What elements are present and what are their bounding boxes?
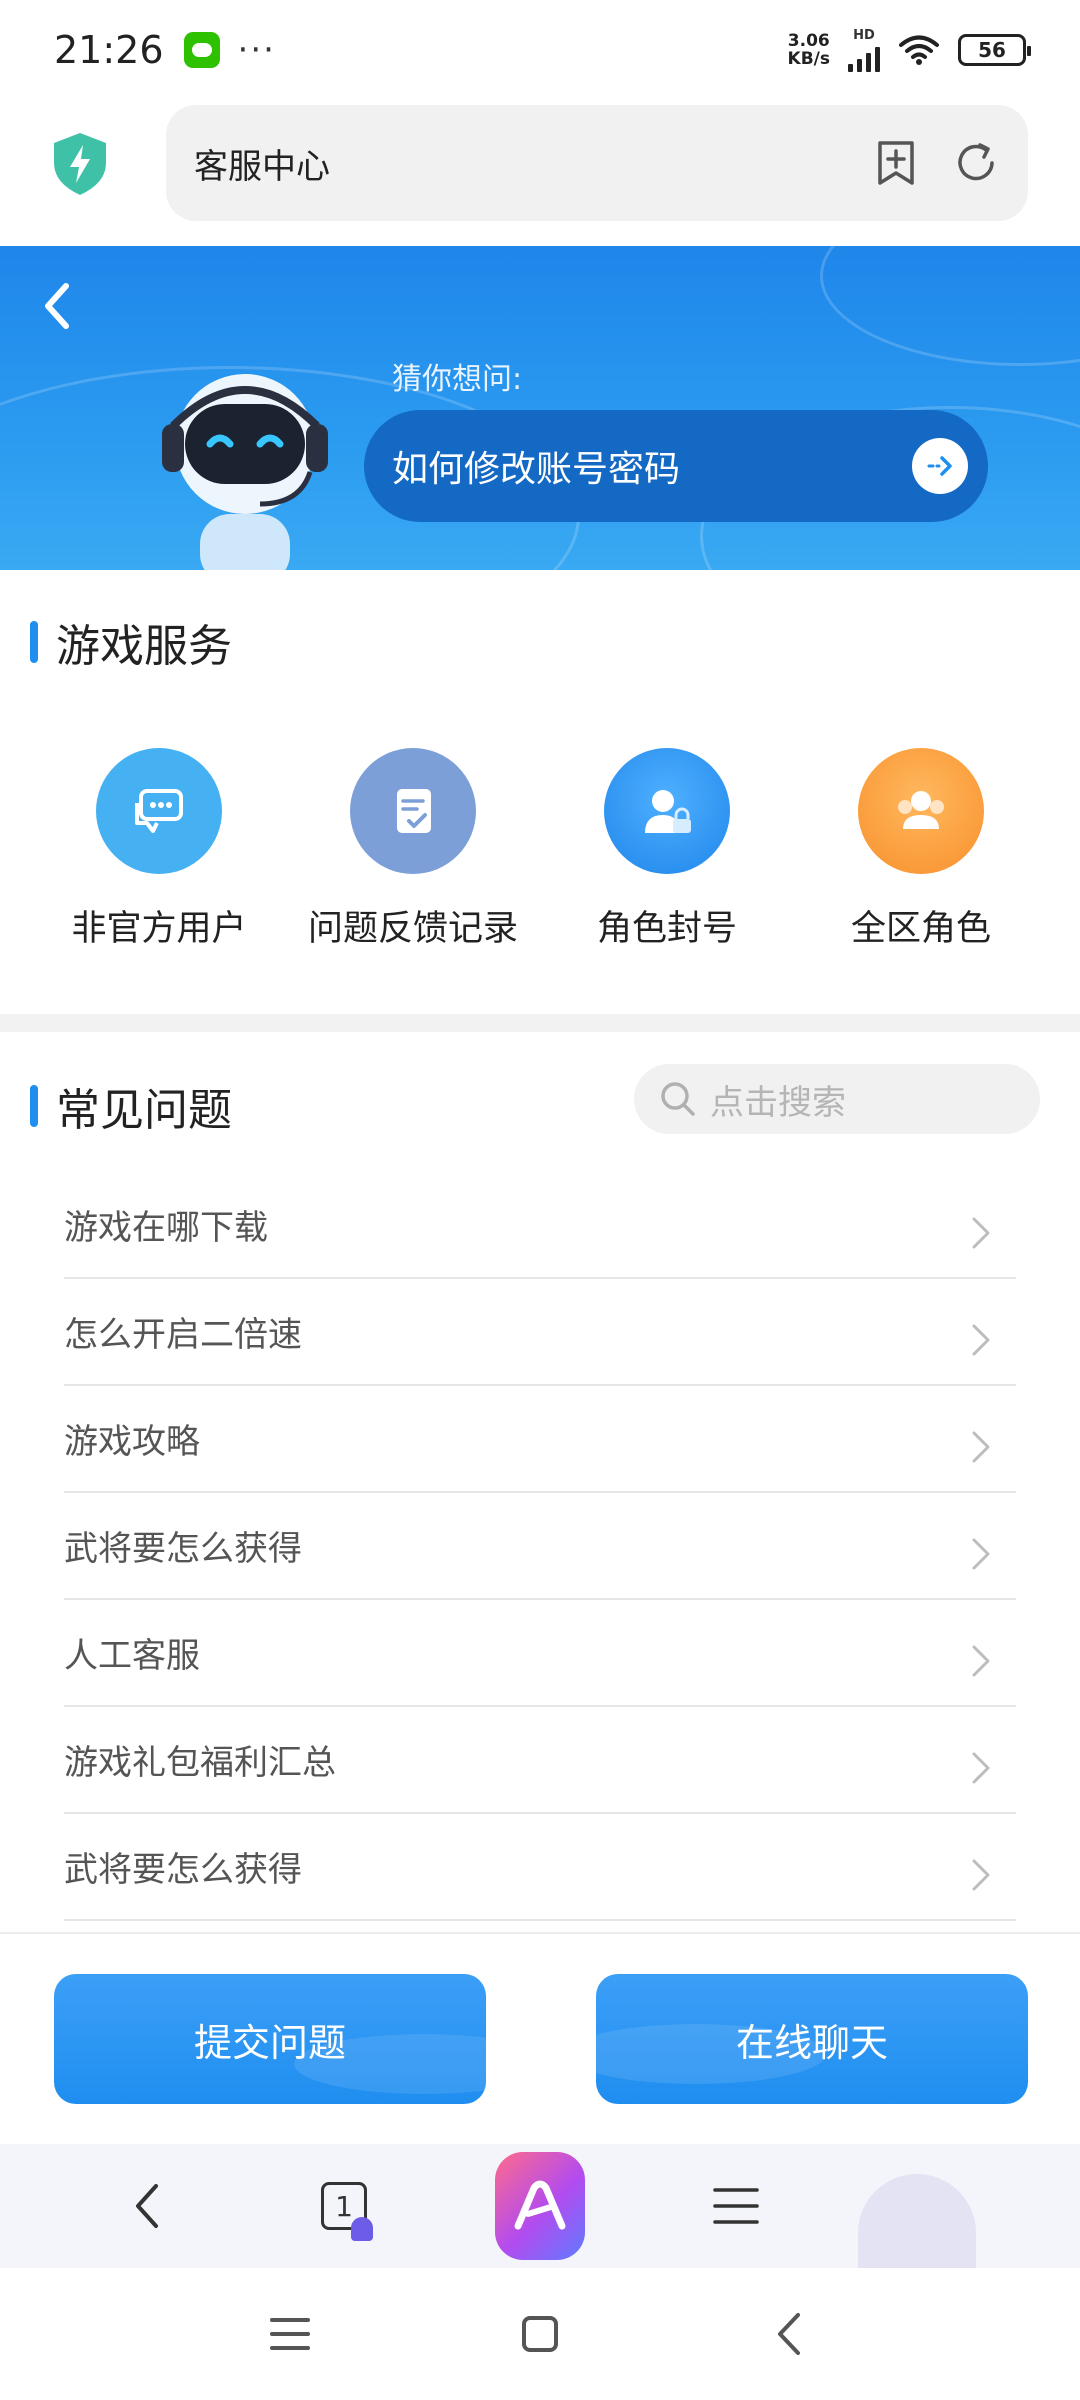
- search-icon: [661, 1082, 695, 1116]
- network-speed: 3.06 KB/s: [788, 32, 830, 68]
- status-bar: 21:26 ··· 3.06 KB/s HD 56: [0, 0, 1080, 100]
- faq-title: 常见问题: [56, 1085, 232, 1136]
- submit-question-label: 提交问题: [193, 2020, 346, 2065]
- faq-item[interactable]: 游戏攻略: [64, 1386, 1016, 1493]
- section-accent-bar: [30, 621, 38, 663]
- arrow-right-icon[interactable]: [912, 438, 968, 494]
- network-speed-value: 3.06: [787, 31, 830, 51]
- ai-assistant-button[interactable]: [495, 2152, 585, 2260]
- faq-item-text: 武将要怎么获得: [64, 1850, 302, 1890]
- faq-header: 常见问题: [30, 1074, 232, 1138]
- chevron-right-icon: [972, 1859, 990, 1890]
- section-divider: [0, 1014, 1080, 1032]
- hd-label: HD: [853, 27, 875, 43]
- game-services-title: 游戏服务: [56, 621, 232, 672]
- ai-assistant-icon: [495, 2152, 585, 2260]
- chevron-right-icon: [972, 1645, 990, 1676]
- back-icon[interactable]: [36, 276, 80, 336]
- faq-item[interactable]: 武将要怎么获得: [64, 1814, 1016, 1921]
- section-accent-bar: [30, 1085, 38, 1127]
- chevron-left-icon: [136, 2184, 158, 2228]
- chevron-right-icon: [972, 1324, 990, 1355]
- tab-count: 1: [335, 2189, 353, 2223]
- faq-search-input[interactable]: 点击搜索: [634, 1064, 1040, 1134]
- suggested-question-button[interactable]: 如何修改账号密码: [364, 410, 988, 522]
- hero-banner: 猜你想问: 如何修改账号密码: [0, 246, 1080, 570]
- faq-item[interactable]: 怎么开启二倍速: [64, 1279, 1016, 1386]
- shield-icon[interactable]: [50, 131, 110, 197]
- back-button[interactable]: [760, 2304, 820, 2364]
- chevron-right-icon: [972, 1431, 990, 1462]
- nav-back-icon: [778, 2313, 800, 2355]
- wifi-icon: [899, 35, 939, 65]
- user-group-icon[interactable]: [858, 748, 984, 874]
- service-label: 角色封号: [596, 909, 737, 949]
- faq-item-text: 人工客服: [64, 1636, 200, 1676]
- more-notifications-icon: ···: [237, 30, 276, 70]
- faq-item[interactable]: 游戏礼包福利汇总: [64, 1707, 1016, 1814]
- bookmark-add-icon[interactable]: [872, 139, 920, 187]
- menu-icon: [713, 2188, 759, 2224]
- chat-bubbles-icon[interactable]: [96, 748, 222, 874]
- system-nav-bar: [0, 2268, 1080, 2400]
- wechat-notification-icon: [183, 32, 220, 68]
- faq-item-text: 怎么开启二倍速: [64, 1315, 302, 1355]
- service-label: 问题反馈记录: [307, 909, 518, 949]
- battery-level: 56: [978, 38, 1006, 62]
- online-chat-button[interactable]: 在线聊天: [596, 1974, 1028, 2104]
- chevron-right-icon: [972, 1538, 990, 1569]
- address-row: 客服中心: [0, 105, 1080, 223]
- recent-apps-button[interactable]: [260, 2304, 320, 2364]
- game-services-grid: 非官方用户 问题反馈记录 角色封号 全区角色: [0, 748, 1080, 958]
- robot-mascot-icon: [162, 374, 328, 570]
- actions-divider: [0, 1932, 1080, 1934]
- battery-icon: 56: [958, 34, 1031, 66]
- chevron-right-icon: [972, 1217, 990, 1248]
- address-bar-title[interactable]: 客服中心: [194, 139, 840, 188]
- cell-signal-icon: [848, 42, 880, 72]
- user-lock-icon[interactable]: [604, 748, 730, 874]
- browser-back-button[interactable]: [103, 2161, 193, 2251]
- chevron-right-icon: [972, 1752, 990, 1783]
- address-bar[interactable]: 客服中心: [166, 105, 1028, 221]
- status-time: 21:26: [54, 28, 164, 72]
- service-label: 全区角色: [850, 909, 991, 949]
- hero-swirl-decoration: [820, 246, 1080, 366]
- network-speed-unit: KB/s: [787, 49, 830, 69]
- faq-item[interactable]: 武将要怎么获得: [64, 1493, 1016, 1600]
- hint-label: 猜你想问:: [392, 362, 523, 397]
- service-feedback-record[interactable]: 问题反馈记录: [286, 748, 540, 958]
- online-chat-label: 在线聊天: [735, 2020, 888, 2065]
- game-services-header: 游戏服务: [30, 610, 232, 674]
- faq-list: 游戏在哪下载 怎么开启二倍速 游戏攻略 武将要怎么获得 人工客服 游戏礼包福利汇…: [64, 1172, 1016, 1921]
- menu-button[interactable]: [691, 2161, 781, 2251]
- recent-apps-icon: [270, 2318, 310, 2350]
- ghost-badge-icon: [351, 2217, 373, 2241]
- submit-question-button[interactable]: 提交问题: [54, 1974, 486, 2104]
- faq-search-placeholder: 点击搜索: [710, 1082, 846, 1123]
- service-all-server-roles[interactable]: 全区角色: [794, 748, 1048, 958]
- faq-item-text: 游戏礼包福利汇总: [64, 1743, 336, 1783]
- service-unofficial-user[interactable]: 非官方用户: [32, 748, 286, 958]
- faq-item[interactable]: 人工客服: [64, 1600, 1016, 1707]
- service-role-ban[interactable]: 角色封号: [540, 748, 794, 958]
- service-label: 非官方用户: [71, 909, 247, 949]
- tabs-button[interactable]: 1: [299, 2161, 389, 2251]
- faq-item[interactable]: 游戏在哪下载: [64, 1172, 1016, 1279]
- home-button[interactable]: [510, 2304, 570, 2364]
- refresh-icon[interactable]: [952, 139, 1000, 187]
- status-indicators: 3.06 KB/s HD 56: [788, 27, 1031, 72]
- faq-item-text: 游戏攻略: [64, 1422, 200, 1462]
- faq-item-text: 武将要怎么获得: [64, 1529, 302, 1569]
- faq-item-text: 游戏在哪下载: [64, 1208, 268, 1248]
- document-check-icon[interactable]: [350, 748, 476, 874]
- suggested-question-text: 如何修改账号密码: [392, 449, 681, 490]
- home-square-icon: [522, 2316, 558, 2352]
